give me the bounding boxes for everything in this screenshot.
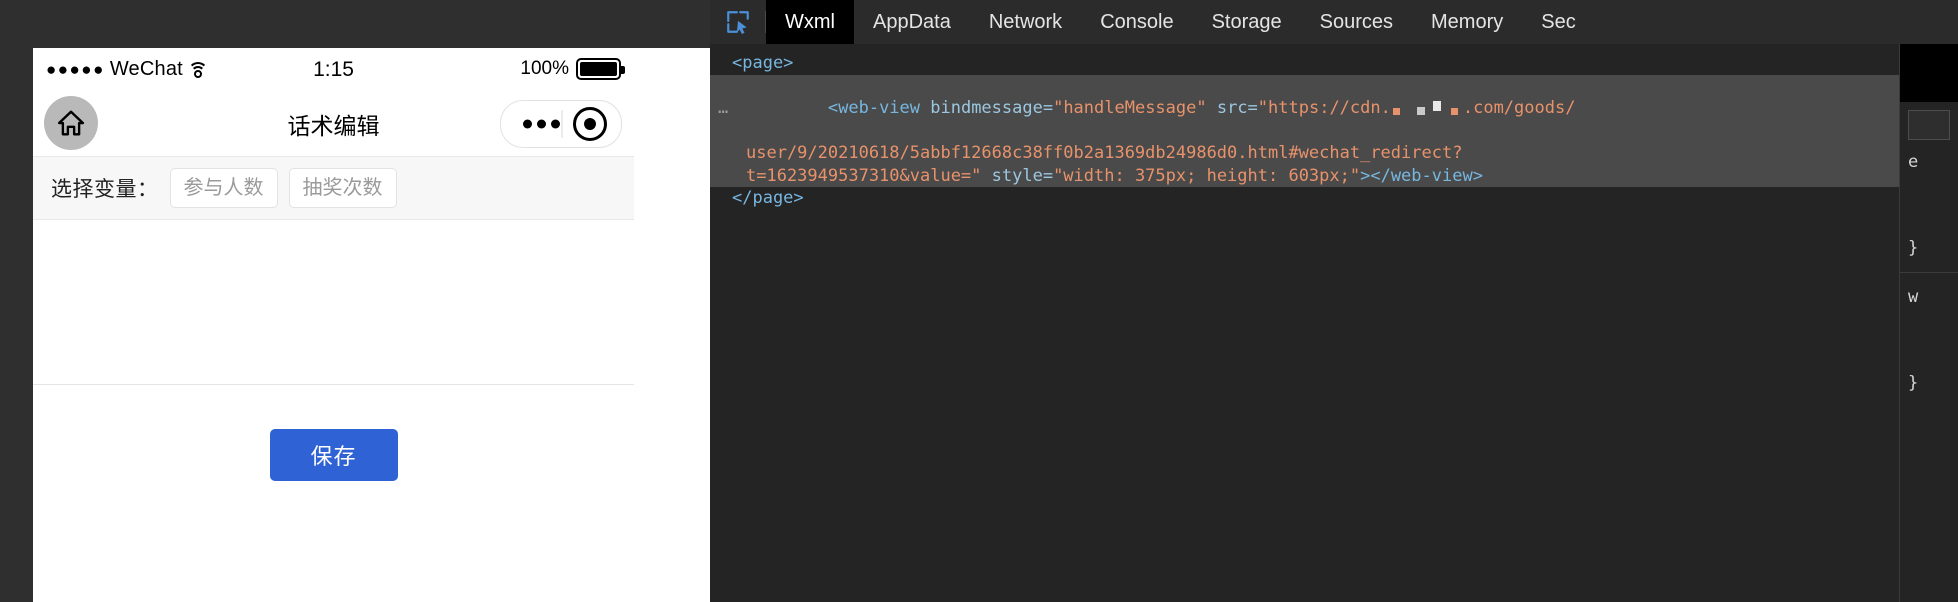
tab-security[interactable]: Sec xyxy=(1522,0,1594,44)
side-panel-input[interactable] xyxy=(1908,110,1950,140)
screen-root: ●●●●● WeChat 1:15 100% 话术编辑 选择变量： 参与人数 抽… xyxy=(0,0,1958,602)
code-line-webview[interactable]: … <web-view bindmessage="handleMessage" s… xyxy=(710,74,1958,142)
capsule-divider xyxy=(561,110,563,138)
status-bar-right: 100% xyxy=(520,58,625,80)
code-line-page-open[interactable]: <page> xyxy=(710,44,1958,75)
tab-network[interactable]: Network xyxy=(970,0,1081,44)
target-circle-icon[interactable] xyxy=(573,107,607,141)
variable-chip-participants[interactable]: 参与人数 xyxy=(169,168,278,208)
variable-chip-draw-count[interactable]: 抽奖次数 xyxy=(288,168,397,208)
variable-selector-label: 选择变量： xyxy=(51,178,159,201)
script-editor-area[interactable] xyxy=(33,220,634,385)
side-panel-block xyxy=(1900,44,1958,102)
simulator-pane: ●●●●● WeChat 1:15 100% 话术编辑 选择变量： 参与人数 抽… xyxy=(0,0,710,602)
phone-viewport: ●●●●● WeChat 1:15 100% 话术编辑 选择变量： 参与人数 抽… xyxy=(33,48,634,602)
code-line-webview-url-cont[interactable]: user/9/20210618/5abbf12668c38ff0b2a1369d… xyxy=(710,142,1958,165)
tab-memory[interactable]: Memory xyxy=(1412,0,1522,44)
status-bar: ●●●●● WeChat 1:15 100% xyxy=(33,48,634,90)
nav-bar: 话术编辑 xyxy=(33,90,634,157)
simulator-backdrop-top xyxy=(0,0,710,48)
side-panel-header xyxy=(1900,0,1958,44)
battery-percent-label: 100% xyxy=(520,58,569,79)
save-button[interactable]: 保存 xyxy=(269,429,398,481)
devtools-pane: Wxml AppData Network Console Storage Sou… xyxy=(710,0,1958,602)
wechat-capsule[interactable] xyxy=(500,100,622,148)
editor-spacer xyxy=(33,385,634,397)
side-panel-row-3[interactable]: w xyxy=(1900,283,1958,311)
tab-appdata[interactable]: AppData xyxy=(854,0,970,44)
inspect-element-icon xyxy=(726,11,749,34)
devtools-tabbar: Wxml AppData Network Console Storage Sou… xyxy=(710,0,1958,44)
expand-ellipsis-icon[interactable]: … xyxy=(718,97,729,120)
more-dots-icon[interactable] xyxy=(523,119,560,129)
redacted-domain-icon xyxy=(1391,101,1463,115)
simulator-backdrop-right xyxy=(634,48,710,602)
variable-selector-row: 选择变量： 参与人数 抽奖次数 xyxy=(33,157,634,220)
save-button-container: 保存 xyxy=(33,397,634,481)
side-panel-row-1[interactable]: e xyxy=(1900,148,1958,176)
side-panel-row-4[interactable]: } xyxy=(1900,369,1958,397)
simulator-backdrop-left xyxy=(0,48,33,602)
battery-full-icon xyxy=(576,58,625,80)
tab-console[interactable]: Console xyxy=(1081,0,1192,44)
devtools-side-panel: e } w } xyxy=(1900,0,1958,602)
tab-storage[interactable]: Storage xyxy=(1193,0,1301,44)
inspect-element-button[interactable] xyxy=(710,0,765,44)
wxml-code-view[interactable]: <page> … <web-view bindmessage="handleMes… xyxy=(710,44,1958,602)
tab-sources[interactable]: Sources xyxy=(1301,0,1412,44)
tab-wxml[interactable]: Wxml xyxy=(766,0,854,44)
code-line-page-close[interactable]: </page> xyxy=(710,187,1958,210)
code-line-webview-style[interactable]: t=1623949537310&value=" style="width: 37… xyxy=(710,164,1958,187)
side-panel-divider xyxy=(1900,272,1958,273)
side-panel-row-2[interactable]: } xyxy=(1900,234,1958,262)
